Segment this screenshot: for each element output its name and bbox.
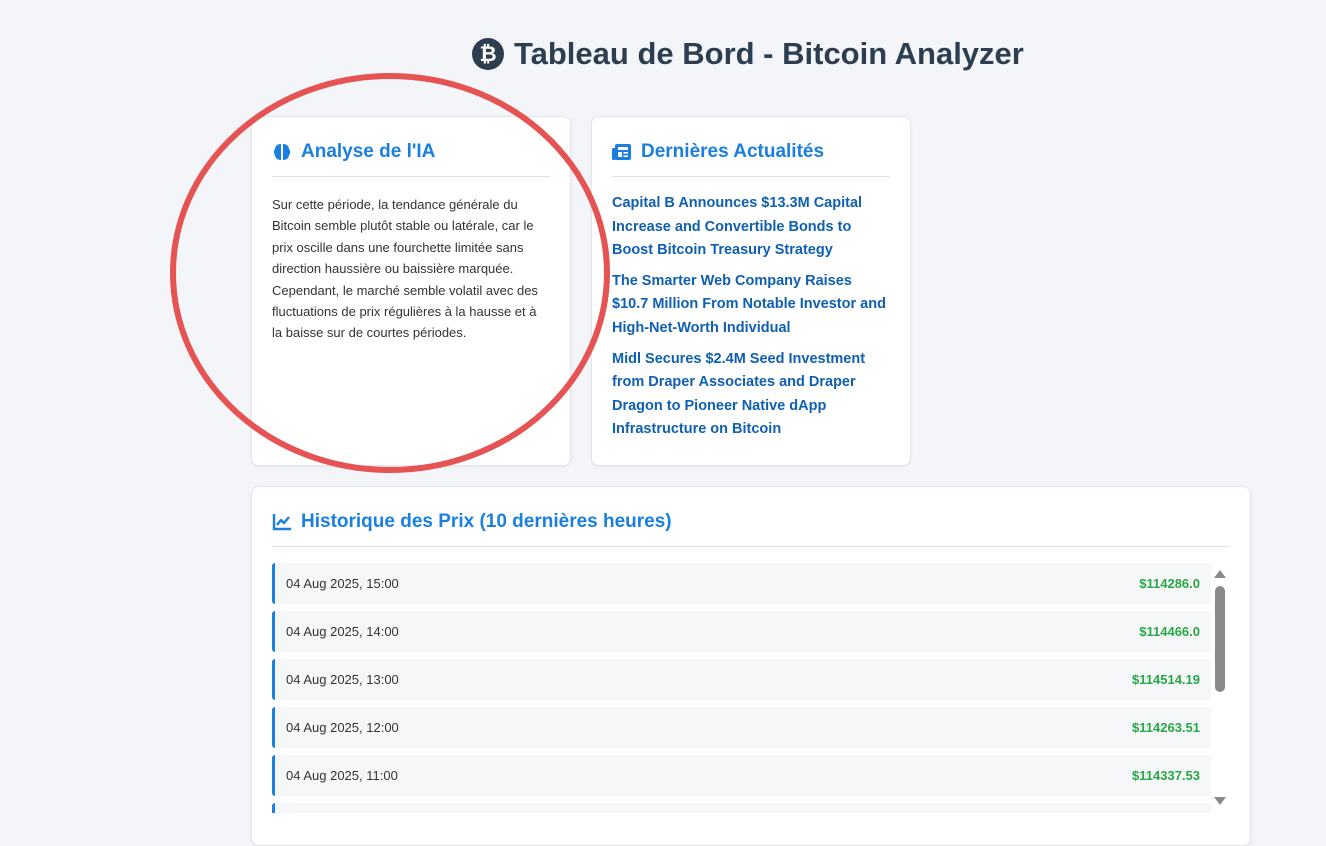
ai-analysis-card: Analyse de l'IA Sur cette période, la te… [251, 116, 571, 466]
price-time: 04 Aug 2025, 12:00 [286, 720, 399, 735]
price-row: 04 Aug 2025, 11:00 $114337.53 [272, 755, 1211, 796]
news-list: Capital B Announces $13.3M Capital Incre… [612, 192, 890, 442]
scroll-thumb[interactable] [1215, 586, 1225, 692]
news-title: Dernières Actualités [641, 141, 825, 162]
price-history-list[interactable]: 04 Aug 2025, 15:00 $114286.0 04 Aug 2025… [272, 563, 1230, 813]
news-link[interactable]: Capital B Announces $13.3M Capital Incre… [612, 192, 890, 263]
newspaper-icon [612, 144, 631, 160]
price-history-header: Historique des Prix (10 dernières heures… [272, 511, 1230, 547]
brain-icon [273, 144, 291, 160]
chart-line-icon [272, 514, 291, 531]
price-row: 04 Aug 2025, 14:00 $114466.0 [272, 611, 1211, 652]
bitcoin-icon: ₿ [472, 38, 504, 70]
news-card: Dernières Actualités Capital B Announces… [591, 116, 911, 466]
news-link[interactable]: Midl Secures $2.4M Seed Investment from … [612, 348, 890, 442]
page-title-text: Tableau de Bord - Bitcoin Analyzer [514, 36, 1024, 71]
ai-analysis-header: Analyse de l'IA [272, 141, 550, 177]
news-item: Capital B Announces $13.3M Capital Incre… [612, 192, 890, 263]
scroll-up-arrow-icon[interactable] [1214, 570, 1226, 578]
price-time: 04 Aug 2025, 15:00 [286, 576, 399, 591]
price-value: $114286.0 [1139, 576, 1200, 591]
news-item: Midl Secures $2.4M Seed Investment from … [612, 348, 890, 442]
price-value: $114263.51 [1132, 720, 1200, 735]
price-time: 04 Aug 2025, 13:00 [286, 672, 399, 687]
price-row: 04 Aug 2025, 12:00 $114263.51 [272, 707, 1211, 748]
price-value: $114514.19 [1132, 672, 1200, 687]
price-value: $114337.53 [1132, 768, 1200, 783]
ai-analysis-text: Sur cette période, la tendance générale … [272, 197, 538, 341]
price-row: 04 Aug 2025, 15:00 $114286.0 [272, 563, 1211, 604]
scroll-down-arrow-icon[interactable] [1214, 797, 1226, 805]
price-row [272, 803, 1211, 813]
price-time: 04 Aug 2025, 14:00 [286, 624, 399, 639]
news-header: Dernières Actualités [612, 141, 890, 177]
price-history-scrollbar[interactable] [1212, 566, 1228, 809]
page-title: ₿ Tableau de Bord - Bitcoin Analyzer [472, 36, 1024, 72]
news-link[interactable]: The Smarter Web Company Raises $10.7 Mil… [612, 270, 890, 341]
price-time: 04 Aug 2025, 11:00 [286, 768, 398, 783]
price-history-title: Historique des Prix (10 dernières heures… [301, 511, 672, 532]
price-row: 04 Aug 2025, 13:00 $114514.19 [272, 659, 1211, 700]
price-history-card: Historique des Prix (10 dernières heures… [251, 486, 1251, 846]
ai-analysis-title: Analyse de l'IA [301, 141, 436, 162]
price-value: $114466.0 [1139, 624, 1200, 639]
news-item: The Smarter Web Company Raises $10.7 Mil… [612, 270, 890, 341]
